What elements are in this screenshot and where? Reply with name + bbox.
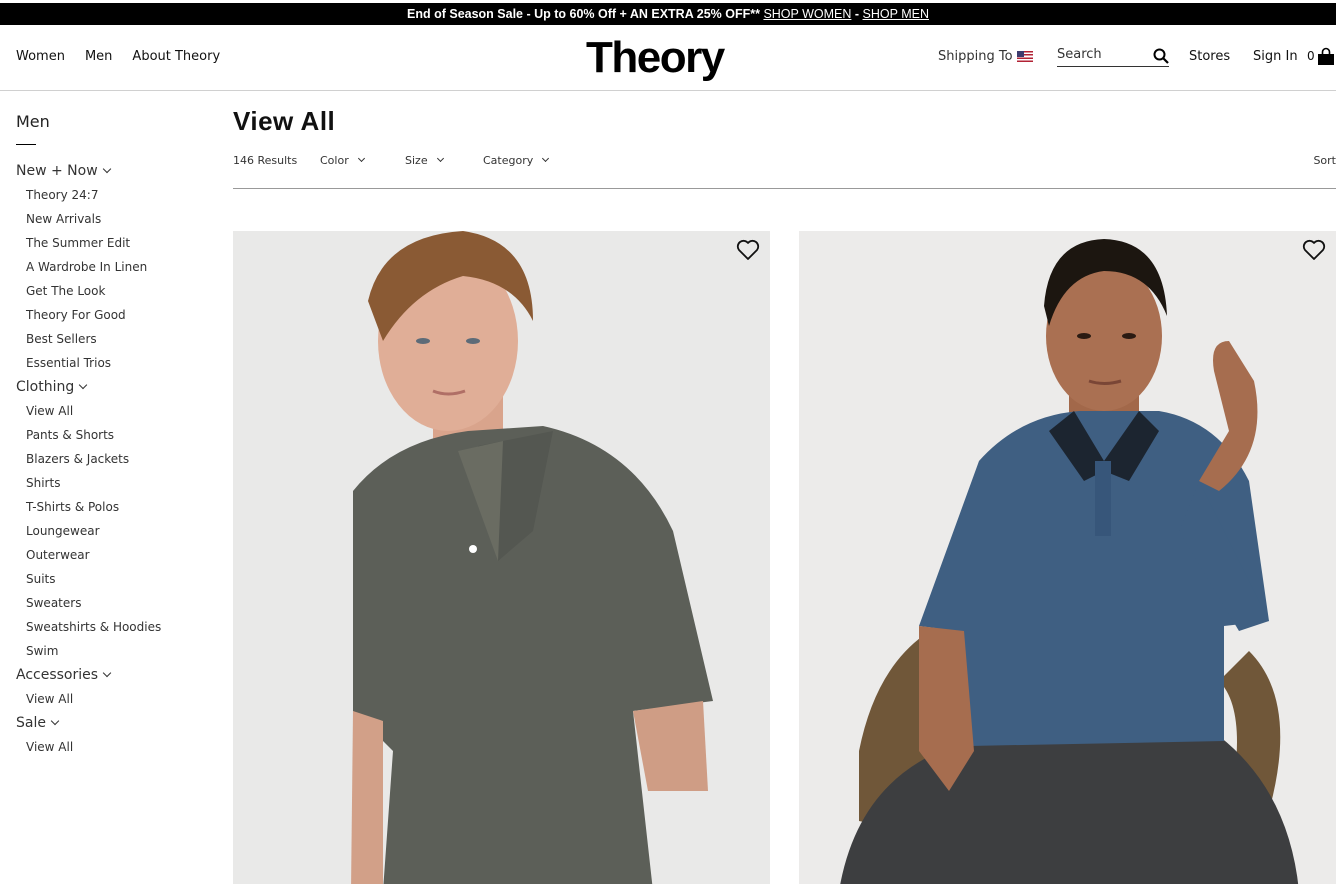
chevron-down-icon: [102, 668, 112, 678]
chevron-down-icon: [79, 380, 88, 390]
heart-icon[interactable]: [1302, 239, 1326, 261]
page-title: View All: [233, 106, 336, 136]
sort-label: Sort: [1313, 154, 1336, 167]
sidebar-item[interactable]: Get The Look: [16, 279, 216, 303]
shop-men-link[interactable]: SHOP MEN: [863, 7, 929, 21]
site-header: Women Men About Theory Theory Shipping T…: [0, 25, 1336, 91]
sidebar-item[interactable]: Essential Trios: [16, 351, 216, 375]
filter-category[interactable]: Category: [483, 154, 550, 167]
sidebar-title: Men: [16, 112, 50, 131]
sidebar-item[interactable]: T-Shirts & Polos: [16, 495, 216, 519]
product-card[interactable]: [233, 231, 770, 884]
results-count: 146 Results: [233, 154, 297, 167]
shop-women-link[interactable]: SHOP WOMEN: [763, 7, 851, 21]
category-label: New + Now: [16, 163, 98, 179]
sidebar-item[interactable]: Suits: [16, 567, 216, 591]
filter-label: Size: [405, 154, 428, 167]
filter-bar: 146 Results Color Size Category Sort: [233, 154, 1336, 189]
sidebar-item[interactable]: Blazers & Jackets: [16, 447, 216, 471]
product-card[interactable]: [799, 231, 1336, 884]
sidebar-item[interactable]: View All: [16, 735, 216, 759]
sidebar-item[interactable]: Pants & Shorts: [16, 423, 216, 447]
sidebar-item[interactable]: Loungewear: [16, 519, 216, 543]
promo-separator: -: [851, 7, 863, 21]
sidebar-item[interactable]: Sweaters: [16, 591, 216, 615]
sidebar-divider: [16, 144, 36, 145]
filter-label: Color: [320, 154, 349, 167]
cart-count: 0: [1307, 49, 1315, 63]
filter-size[interactable]: Size: [405, 154, 444, 167]
sidebar-item[interactable]: Theory 24:7: [16, 183, 216, 207]
sidebar-item[interactable]: The Summer Edit: [16, 231, 216, 255]
promo-text: End of Season Sale - Up to 60% Off + AN …: [407, 7, 764, 21]
sidebar-item[interactable]: Outerwear: [16, 543, 216, 567]
shipping-label: Shipping To: [938, 49, 1013, 64]
sidebar-item[interactable]: View All: [16, 687, 216, 711]
theory-logo[interactable]: Theory: [586, 33, 725, 83]
results-count-text: 146 Results: [233, 154, 298, 167]
promo-banner: End of Season Sale - Up to 60% Off + AN …: [0, 3, 1336, 25]
category-new-now[interactable]: New + Now: [16, 159, 216, 183]
search-icon[interactable]: [1153, 48, 1169, 64]
chevron-down-icon: [542, 154, 550, 163]
sidebar-item[interactable]: View All: [16, 399, 216, 423]
category-clothing[interactable]: Clothing: [16, 375, 216, 399]
stores-link[interactable]: Stores: [1189, 49, 1230, 64]
product-image[interactable]: [233, 231, 770, 884]
sign-in-link[interactable]: Sign In: [1253, 49, 1298, 64]
category-label: Accessories: [16, 667, 99, 683]
sidebar-item[interactable]: Shirts: [16, 471, 216, 495]
primary-nav: Women Men About Theory: [16, 49, 220, 64]
category-sale[interactable]: Sale: [16, 711, 216, 735]
sidebar-item[interactable]: Sweatshirts & Hoodies: [16, 615, 216, 639]
shopping-bag-icon[interactable]: [1317, 47, 1335, 65]
sidebar-item[interactable]: New Arrivals: [16, 207, 216, 231]
heart-icon[interactable]: [736, 239, 760, 261]
us-flag-icon: [1016, 51, 1033, 62]
search-input[interactable]: [1057, 47, 1147, 62]
chevron-down-icon: [357, 154, 365, 163]
nav-men[interactable]: Men: [85, 49, 112, 64]
shipping-selector[interactable]: Shipping To: [938, 49, 1033, 64]
category-sidebar: Men New + Now Theory 24:7 New Arrivals T…: [16, 112, 216, 759]
chevron-down-icon: [50, 716, 60, 726]
sidebar-item[interactable]: A Wardrobe In Linen: [16, 255, 216, 279]
filter-label: Category: [483, 154, 534, 167]
sort-button[interactable]: Sort: [1313, 154, 1336, 167]
product-listing: View All 146 Results Color Size Category…: [233, 104, 1336, 884]
sidebar-item[interactable]: Theory For Good: [16, 303, 216, 327]
filter-color[interactable]: Color: [320, 154, 365, 167]
chevron-down-icon: [436, 154, 444, 163]
product-image[interactable]: [799, 231, 1336, 884]
search-box: [1057, 47, 1169, 67]
nav-women[interactable]: Women: [16, 49, 65, 64]
chevron-down-icon: [102, 164, 111, 174]
category-label: Sale: [16, 715, 46, 731]
sidebar-item[interactable]: Swim: [16, 639, 216, 663]
category-accessories[interactable]: Accessories: [16, 663, 216, 687]
category-label: Clothing: [16, 379, 75, 395]
sidebar-item[interactable]: Best Sellers: [16, 327, 216, 351]
nav-about-theory[interactable]: About Theory: [132, 49, 220, 64]
